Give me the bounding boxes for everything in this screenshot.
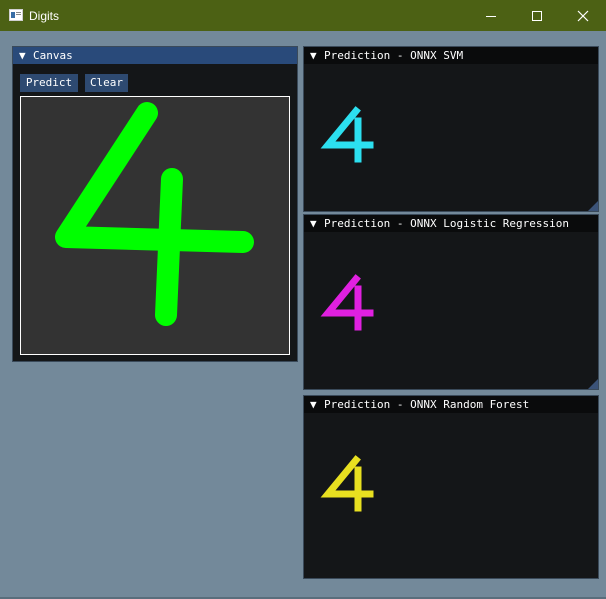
app-icon xyxy=(9,9,23,21)
maximize-icon xyxy=(532,11,542,21)
panel-title: Prediction - ONNX SVM xyxy=(324,49,464,62)
drawn-digit-stroke xyxy=(55,102,254,326)
canvas-panel-header[interactable]: ▼ Canvas xyxy=(13,47,297,64)
prediction-panel-random-forest: ▼ Prediction - ONNX Random Forest xyxy=(303,395,599,579)
minimize-icon xyxy=(486,16,496,17)
canvas-panel: ▼ Canvas Predict Clear xyxy=(12,46,298,362)
prediction-panel-header[interactable]: ▼ Prediction - ONNX Random Forest xyxy=(304,396,598,413)
predict-button[interactable]: Predict xyxy=(20,74,78,92)
minimize-button[interactable] xyxy=(468,0,514,31)
collapse-arrow-icon[interactable]: ▼ xyxy=(310,215,317,232)
resize-grip[interactable] xyxy=(588,379,598,389)
panel-title: Prediction - ONNX Random Forest xyxy=(324,398,530,411)
collapse-arrow-icon[interactable]: ▼ xyxy=(310,396,317,413)
prediction-panel-logistic-regression: ▼ Prediction - ONNX Logistic Regression xyxy=(303,214,599,390)
close-icon xyxy=(577,10,589,22)
prediction-panel-header[interactable]: ▼ Prediction - ONNX Logistic Regression xyxy=(304,215,598,232)
predicted-digit-image xyxy=(320,274,374,331)
prediction-panel-header[interactable]: ▼ Prediction - ONNX SVM xyxy=(304,47,598,64)
predicted-digit-image xyxy=(320,106,374,163)
drawing-canvas[interactable] xyxy=(20,96,290,355)
title-bar[interactable]: Digits xyxy=(0,0,606,31)
collapse-arrow-icon[interactable]: ▼ xyxy=(310,47,317,64)
window-title: Digits xyxy=(29,9,60,23)
clear-button[interactable]: Clear xyxy=(85,74,128,92)
collapse-arrow-icon[interactable]: ▼ xyxy=(19,47,26,64)
panel-title: Canvas xyxy=(33,49,73,62)
prediction-panel-svm: ▼ Prediction - ONNX SVM xyxy=(303,46,599,212)
panel-title: Prediction - ONNX Logistic Regression xyxy=(324,217,570,230)
close-button[interactable] xyxy=(560,0,606,31)
resize-grip[interactable] xyxy=(588,201,598,211)
maximize-button[interactable] xyxy=(514,0,560,31)
predicted-digit-image xyxy=(320,455,374,512)
